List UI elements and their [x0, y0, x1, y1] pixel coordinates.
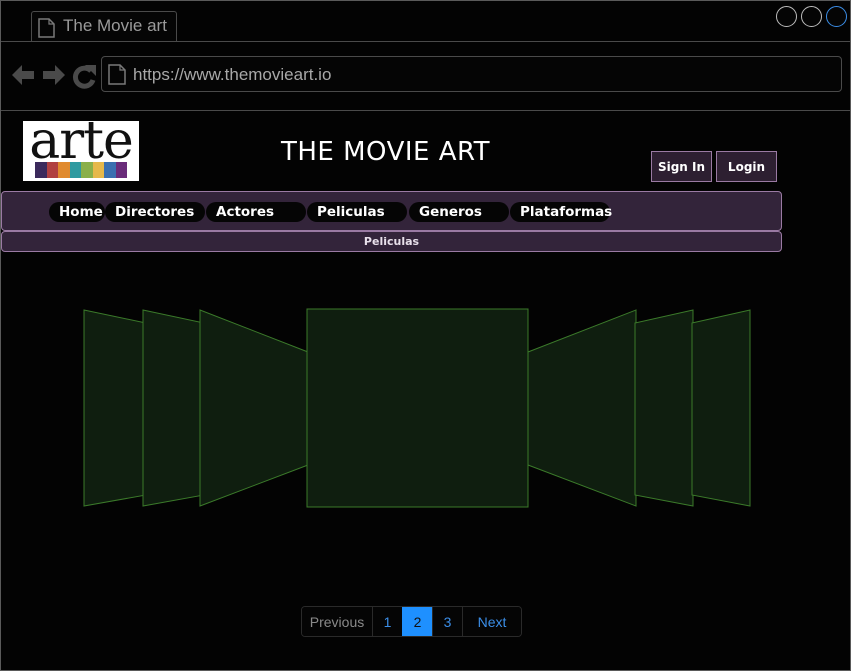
logo-swatch [92, 162, 104, 178]
site-title: THE MOVIE ART [281, 137, 491, 167]
minimize-button[interactable] [776, 6, 797, 27]
browser-window: The Movie art https://www.themovieart.io… [0, 0, 851, 671]
nav-item-plataformas[interactable]: Plataformas [510, 202, 612, 222]
logo-swatch [35, 162, 47, 178]
close-button[interactable] [826, 6, 847, 27]
tab-divider [1, 41, 850, 42]
nav-item-home[interactable]: Home [49, 202, 105, 222]
site-logo[interactable]: arte [23, 121, 139, 181]
pagination: Previous 1 2 3 Next [301, 606, 522, 637]
nav-item-actores[interactable]: Actores [206, 202, 306, 222]
carousel-slide[interactable] [634, 309, 694, 507]
tab-title: The Movie art [63, 16, 167, 35]
address-bar[interactable]: https://www.themovieart.io [101, 56, 842, 92]
carousel-slide[interactable] [142, 309, 205, 507]
page-2-button[interactable]: 2 [402, 607, 432, 636]
page-icon [108, 64, 126, 85]
carousel-slide-active[interactable] [306, 308, 529, 508]
logo-swatch [58, 162, 70, 178]
section-bar: Peliculas [1, 231, 782, 252]
maximize-button[interactable] [801, 6, 822, 27]
logo-swatch [104, 162, 116, 178]
forward-icon[interactable] [43, 65, 65, 85]
logo-swatch [69, 162, 81, 178]
back-icon[interactable] [12, 65, 34, 85]
browser-tab[interactable]: The Movie art [31, 11, 177, 42]
sign-in-button[interactable]: Sign In [651, 151, 712, 182]
previous-page-button[interactable]: Previous [302, 607, 372, 636]
carousel-slide[interactable] [691, 309, 751, 507]
carousel-slide[interactable] [527, 309, 637, 507]
logo-swatch [115, 162, 127, 178]
nav-item-directores[interactable]: Directores [105, 202, 205, 222]
browser-nav-icons [12, 65, 96, 89]
nav-item-generos[interactable]: Generos [409, 202, 509, 222]
reload-icon[interactable] [72, 65, 96, 89]
page-icon [38, 18, 55, 38]
logo-color-swatches [35, 162, 127, 178]
movie-carousel[interactable] [1, 301, 851, 516]
chrome-divider [1, 110, 850, 111]
logo-swatch [46, 162, 58, 178]
carousel-slide[interactable] [83, 309, 147, 507]
login-button[interactable]: Login [716, 151, 777, 182]
next-page-button[interactable]: Next [462, 607, 521, 636]
url-text[interactable]: https://www.themovieart.io [133, 65, 331, 85]
page-1-button[interactable]: 1 [372, 607, 402, 636]
logo-swatch [81, 162, 93, 178]
carousel-slide[interactable] [199, 309, 309, 507]
nav-item-peliculas[interactable]: Peliculas [307, 202, 407, 222]
main-navbar: Home Directores Actores Peliculas Genero… [1, 191, 782, 231]
page-3-button[interactable]: 3 [432, 607, 462, 636]
